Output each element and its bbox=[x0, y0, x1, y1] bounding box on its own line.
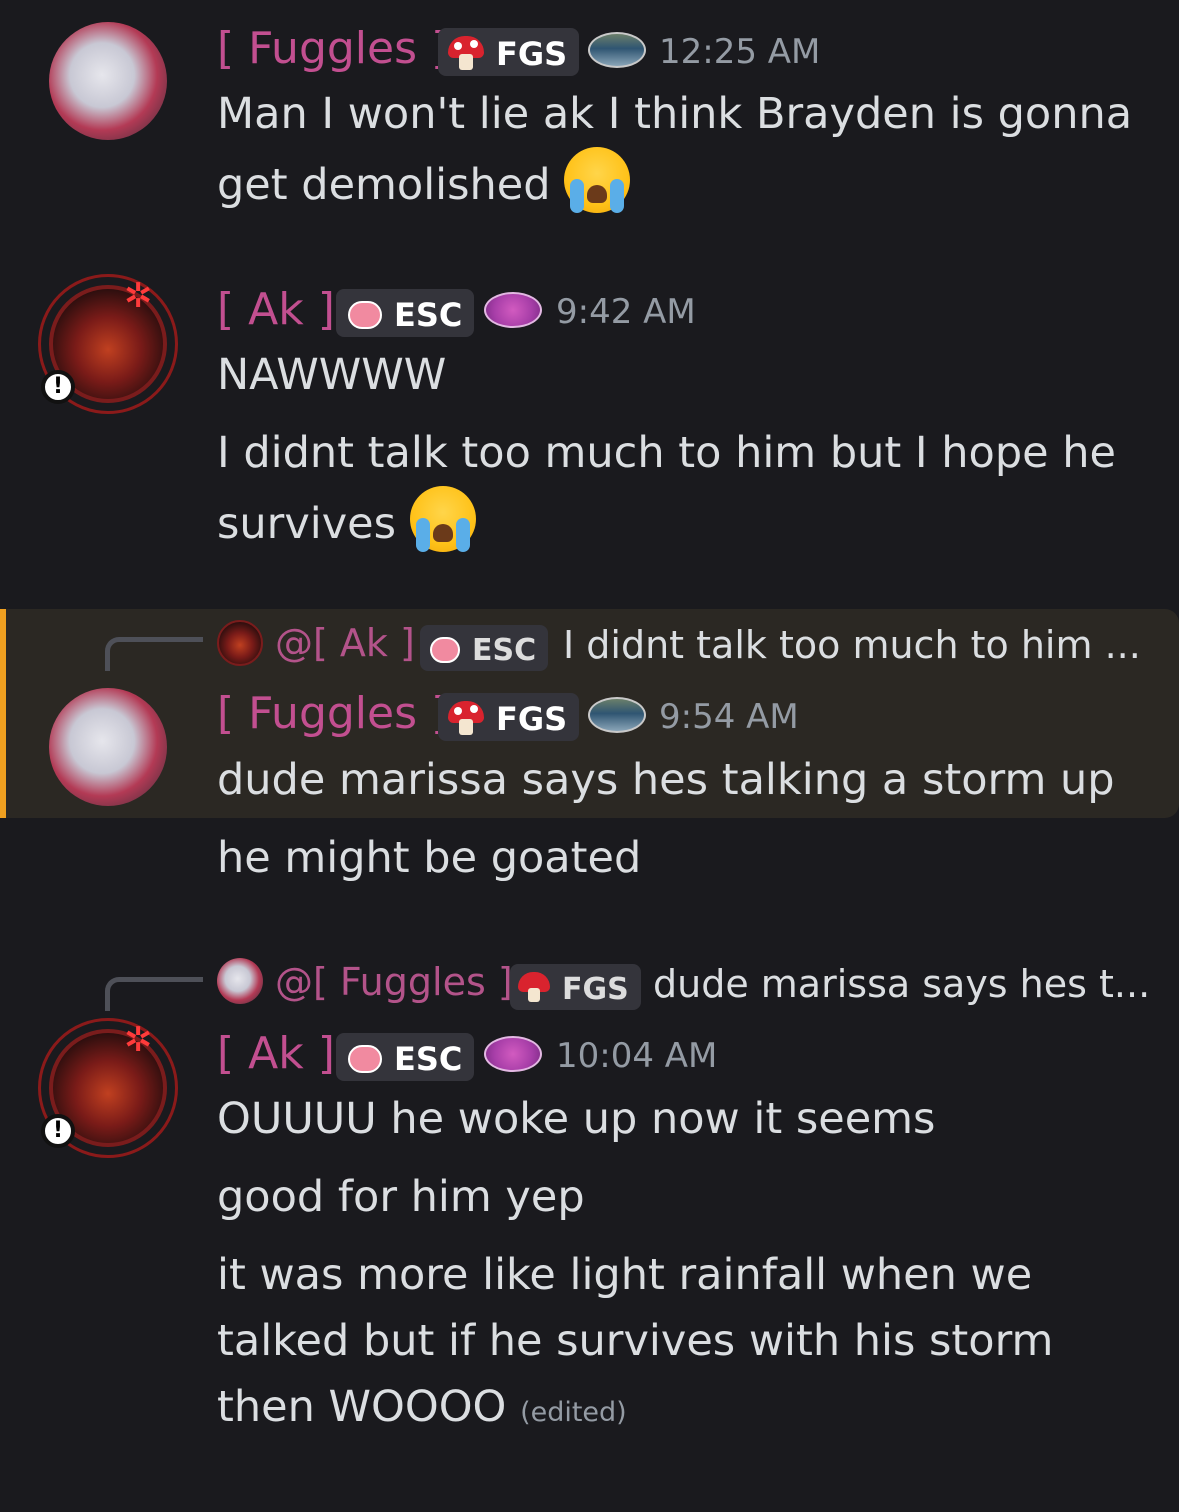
status-alert-icon: ! bbox=[41, 370, 75, 404]
message-text-line: get demolished bbox=[217, 147, 631, 218]
reply-username[interactable]: @[ Ak ] bbox=[275, 621, 415, 665]
status-alert-icon: ! bbox=[41, 1114, 75, 1148]
username[interactable]: [ Fuggles ] bbox=[217, 24, 448, 74]
timestamp: 12:25 AM bbox=[659, 32, 821, 72]
message-text: dude marissa says hes talking a storm up bbox=[217, 755, 1115, 805]
server-tag-badge[interactable]: ESC bbox=[336, 1033, 475, 1081]
anger-symbol-icon: ✲ bbox=[124, 276, 153, 316]
message-text: I didnt talk too much to him but I hope … bbox=[217, 428, 1116, 478]
reply-avatar[interactable] bbox=[217, 620, 263, 666]
reply-tag-badge[interactable]: FGS bbox=[510, 964, 641, 1010]
avatar[interactable] bbox=[49, 688, 167, 806]
message-text: it was more like light rainfall when we bbox=[217, 1250, 1033, 1300]
username[interactable]: [ Ak ] bbox=[217, 285, 335, 335]
mushroom-icon bbox=[518, 972, 550, 1002]
username[interactable]: [ Fuggles ] bbox=[217, 689, 448, 739]
reply-preview[interactable]: I didnt talk too much to him ... bbox=[563, 623, 1141, 667]
avatar[interactable] bbox=[49, 22, 167, 140]
mushroom-icon bbox=[448, 36, 484, 70]
edited-label: (edited) bbox=[520, 1397, 627, 1428]
message-text-line: survives bbox=[217, 486, 476, 557]
heart-icon bbox=[346, 297, 382, 331]
guild-badge-icon[interactable] bbox=[484, 292, 542, 328]
loudly-crying-face-icon[interactable] bbox=[564, 147, 631, 213]
timestamp: 10:04 AM bbox=[556, 1036, 718, 1076]
reply-avatar[interactable] bbox=[217, 958, 263, 1004]
message-text: good for him yep bbox=[217, 1172, 585, 1222]
heart-icon bbox=[428, 633, 460, 663]
server-tag-badge[interactable]: FGS bbox=[438, 28, 580, 76]
reply-connector bbox=[105, 637, 203, 671]
mushroom-icon bbox=[448, 701, 484, 735]
loudly-crying-face-icon[interactable] bbox=[409, 486, 476, 552]
reply-preview[interactable]: dude marissa says hes t... bbox=[653, 962, 1150, 1006]
mention-bar bbox=[0, 609, 6, 818]
message-text: OUUUU he woke up now it seems bbox=[217, 1094, 936, 1144]
message-text-line: then WOOOO (edited) bbox=[217, 1382, 627, 1432]
message-text: NAWWWW bbox=[217, 350, 447, 400]
reply-tag-badge[interactable]: ESC bbox=[420, 625, 549, 671]
guild-badge-icon[interactable] bbox=[588, 32, 646, 68]
message-text: he might be goated bbox=[217, 833, 642, 883]
message-text: Man I won't lie ak I think Brayden is go… bbox=[217, 89, 1133, 139]
reply-connector bbox=[105, 977, 203, 1011]
username[interactable]: [ Ak ] bbox=[217, 1029, 335, 1079]
heart-icon bbox=[346, 1041, 382, 1075]
guild-badge-icon[interactable] bbox=[588, 697, 646, 733]
guild-badge-icon[interactable] bbox=[484, 1036, 542, 1072]
server-tag-badge[interactable]: FGS bbox=[438, 693, 580, 741]
reply-username[interactable]: @[ Fuggles ] bbox=[275, 960, 513, 1004]
message-text: talked but if he survives with his storm bbox=[217, 1316, 1054, 1366]
server-tag-badge[interactable]: ESC bbox=[336, 289, 475, 337]
anger-symbol-icon: ✲ bbox=[124, 1020, 153, 1060]
timestamp: 9:42 AM bbox=[556, 292, 696, 332]
timestamp: 9:54 AM bbox=[659, 697, 799, 737]
